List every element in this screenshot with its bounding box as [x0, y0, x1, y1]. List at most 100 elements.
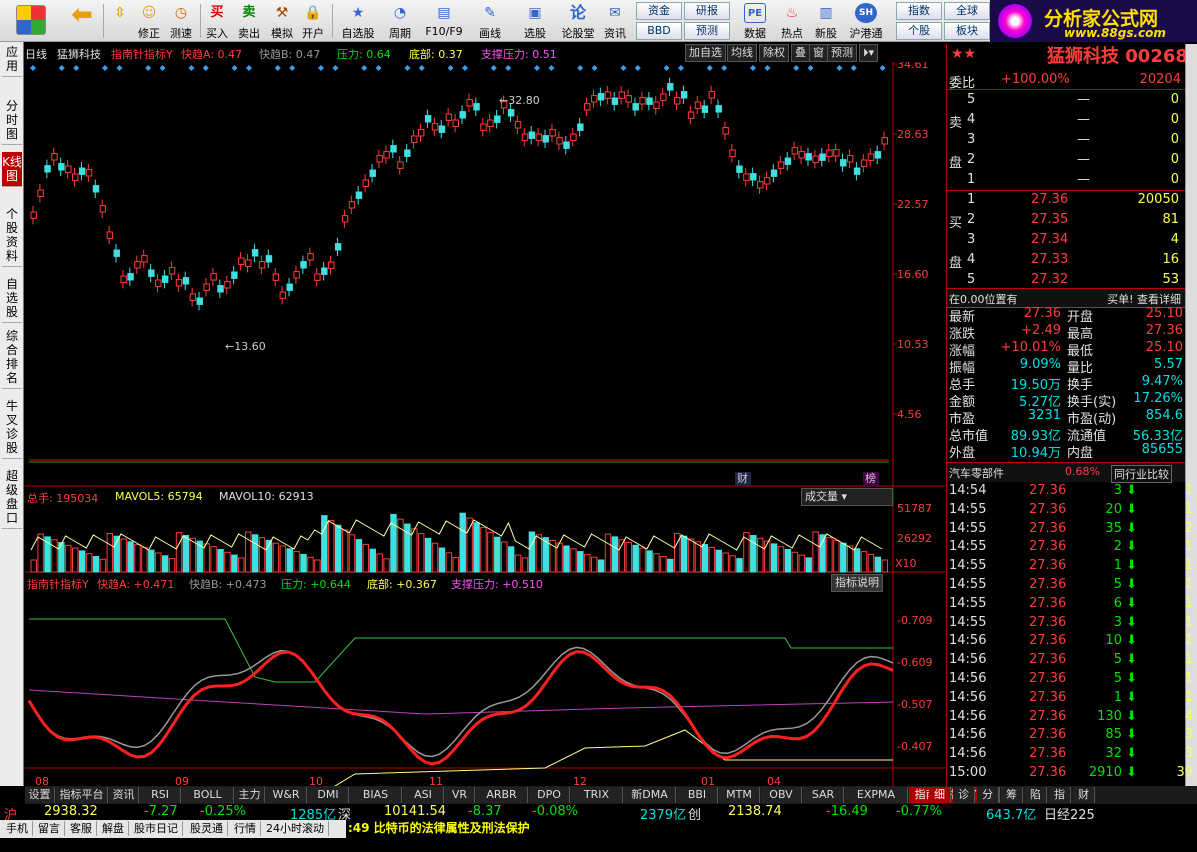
buy-button[interactable]: 买买入: [202, 1, 232, 41]
signal-diamond: [577, 65, 584, 71]
right-tab-4[interactable]: 陷: [1025, 787, 1047, 803]
tab-10[interactable]: VR: [445, 787, 475, 803]
tab-8[interactable]: BIAS: [350, 787, 402, 803]
sidebar-item-profile[interactable]: 个股资料: [2, 204, 22, 267]
tab-16[interactable]: MTM: [719, 787, 760, 803]
tab-12[interactable]: DPO: [529, 787, 570, 803]
sidebar-item-apps[interactable]: 应用: [2, 42, 22, 77]
stock-select-button[interactable]: ▣ 选股: [514, 1, 556, 41]
right-tab-6[interactable]: 财: [1073, 787, 1095, 803]
compare-button[interactable]: 同行业比较: [1111, 465, 1172, 483]
sidebar-item-timeshare[interactable]: 分时图: [2, 96, 22, 145]
data-button[interactable]: PE 数据: [738, 1, 772, 41]
status-item-6[interactable]: 行情: [230, 821, 261, 836]
tab-1[interactable]: 指标平台: [56, 787, 108, 803]
sell-button[interactable]: 卖卖出: [234, 1, 264, 41]
candle-body: [397, 161, 404, 169]
candle-body: [411, 135, 418, 143]
stat-row: 金额 5.27亿 换手(实) 17.26%: [949, 391, 1183, 410]
tab-6[interactable]: W&R: [266, 787, 307, 803]
draw-line-button[interactable]: ✎ 画线: [470, 1, 510, 41]
ipo-button[interactable]: ▥ 新股: [810, 1, 842, 41]
tab-18[interactable]: SAR: [803, 787, 844, 803]
sidebar-item-kline[interactable]: K线图: [2, 152, 22, 187]
sidebar-item-diagnose[interactable]: 牛叉诊股: [2, 396, 22, 459]
right-tab-2[interactable]: 分: [977, 787, 999, 803]
news-ticker[interactable]: :49 比特币的法律属性及刑法保护: [346, 820, 1197, 838]
hot-button[interactable]: ♨ 热点: [774, 1, 810, 41]
candle-body: [473, 103, 480, 111]
tab-11[interactable]: ARBR: [476, 787, 528, 803]
view-detail-link[interactable]: 买单! 查看详细: [1107, 291, 1181, 307]
period-button[interactable]: ◔ 周期: [380, 1, 420, 41]
status-item-7[interactable]: 24小时滚动: [262, 821, 329, 836]
status-item-0[interactable]: 手机: [2, 821, 33, 836]
volume-bar: [272, 542, 280, 573]
sidebar-item-ranking[interactable]: 综合排名: [2, 326, 22, 389]
index-button[interactable]: 指数: [896, 2, 942, 20]
open-account-button[interactable]: 🔒 开户: [298, 1, 328, 41]
add-watchlist-button[interactable]: 加自选: [685, 44, 726, 62]
tab-19[interactable]: EXPMA: [845, 787, 908, 803]
tab-9[interactable]: ASI: [403, 787, 444, 803]
candle-body: [286, 283, 293, 291]
sector-button[interactable]: 板块: [944, 22, 990, 40]
volume-bar: [639, 547, 646, 573]
forum-button[interactable]: 论论股堂: [558, 1, 598, 41]
speedtest-button[interactable]: ◷ 测速: [164, 1, 198, 41]
status-item-3[interactable]: 解盘: [98, 821, 129, 836]
kline-chart-area[interactable]: 日线 猛狮科技 指南针指标Y 快趋A: 0.47 快趋B: 0.47 压力: 0…: [25, 44, 945, 786]
ipo-icon: ▥: [819, 5, 833, 21]
f10-button[interactable]: ▤ F10/F9: [422, 1, 466, 41]
watchlist-button[interactable]: ★ 自选股: [336, 1, 380, 41]
forecast-button[interactable]: 预测: [684, 22, 730, 40]
fast-a: 快趋A: 0.47: [181, 48, 243, 61]
sidebar-item-super[interactable]: 超级盘口: [2, 466, 22, 529]
candle-body: [860, 159, 868, 167]
tab-4[interactable]: BOLL: [182, 787, 234, 803]
layout-button[interactable]: [6, 1, 56, 41]
tab-13[interactable]: TRIX: [571, 787, 623, 803]
right-tab-5[interactable]: 指: [1049, 787, 1071, 803]
right-tab-0[interactable]: 细: [929, 787, 951, 803]
volume-bar: [182, 535, 190, 573]
tab-3[interactable]: RSI: [140, 787, 181, 803]
predict-button[interactable]: 预测: [827, 44, 857, 62]
tab-5[interactable]: 主力: [235, 787, 265, 803]
tab-14[interactable]: 新DMA: [624, 787, 676, 803]
back-button[interactable]: ⬅: [60, 1, 104, 41]
tab-15[interactable]: BBI: [677, 787, 718, 803]
report-button[interactable]: 研报: [684, 2, 730, 20]
stat-row: 振幅 9.09% 量比 5.57: [949, 357, 1183, 376]
status-item-4[interactable]: 股市日记: [130, 821, 183, 836]
scroll-button[interactable]: ⇳: [106, 1, 134, 41]
stock-button[interactable]: 个股: [896, 22, 942, 40]
simulate-button[interactable]: ⚒ 模拟: [266, 1, 298, 41]
right-tab-3[interactable]: 筹: [1001, 787, 1023, 803]
tab-0[interactable]: 设置: [25, 787, 55, 803]
expand-icon[interactable]: ⏵▾: [859, 44, 879, 62]
right-tab-1[interactable]: 诊: [953, 787, 975, 803]
status-item-1[interactable]: 留言: [34, 821, 65, 836]
hk-connect-button[interactable]: SH 沪港通: [844, 1, 888, 41]
overlay-button[interactable]: 叠: [791, 44, 810, 62]
tab-2[interactable]: 资讯: [109, 787, 139, 803]
fix-button[interactable]: ☺ 修正: [134, 1, 164, 41]
tab-17[interactable]: OBV: [761, 787, 802, 803]
volume-bar: [584, 553, 591, 573]
window-button[interactable]: 窗: [809, 44, 828, 62]
volume-bar: [362, 543, 370, 573]
global-button[interactable]: 全球: [944, 2, 990, 20]
volume-select[interactable]: 成交量 ▾: [801, 488, 893, 506]
indicator-help-button[interactable]: 指标说明: [831, 574, 883, 592]
news-button[interactable]: ✉ 资讯: [600, 1, 630, 41]
fund-button[interactable]: 资金: [636, 2, 682, 20]
status-item-2[interactable]: 客服: [66, 821, 97, 836]
sidebar-item-watchlist[interactable]: 自选股: [2, 274, 22, 323]
exright-button[interactable]: 除权: [759, 44, 789, 62]
tab-7[interactable]: DMI: [308, 787, 349, 803]
bbd-button[interactable]: BBD: [636, 22, 682, 40]
status-item-5[interactable]: 股灵通: [186, 821, 228, 836]
volume-bar: [570, 548, 577, 573]
ma-button[interactable]: 均线: [727, 44, 757, 62]
